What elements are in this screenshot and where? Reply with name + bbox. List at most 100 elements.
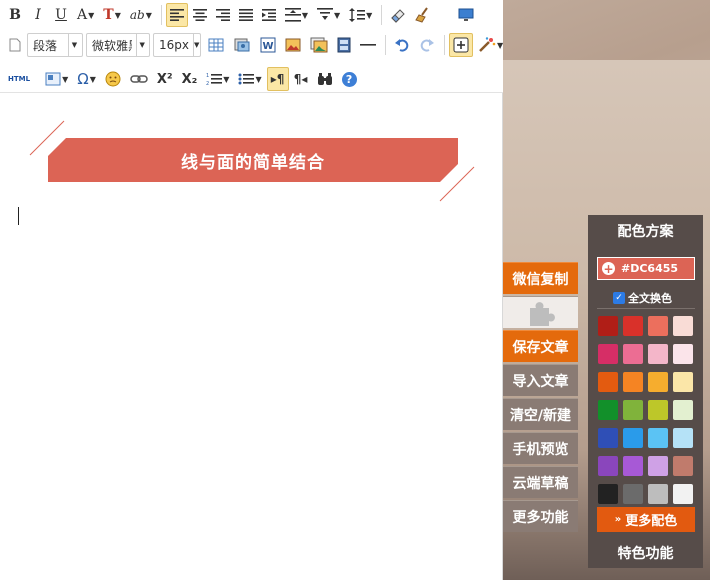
color-swatch[interactable] (598, 400, 618, 420)
more-colors-button[interactable]: » 更多配色 (597, 507, 695, 532)
save-article-button[interactable]: 保存文章 (503, 330, 578, 362)
line-height-button[interactable]: ▼ (345, 3, 376, 27)
clear-format-button[interactable] (411, 3, 435, 27)
insert-table-button[interactable] (204, 33, 228, 57)
toolbar-row-3: HTML ▼ Ω ▼ X² X₂ 1 2 ▼ ▼ ▸¶ ¶◂ ? (4, 66, 362, 92)
ordered-list-button[interactable]: 1 2 ▼ (202, 67, 233, 91)
color-swatch[interactable] (623, 456, 643, 476)
insert-word-button[interactable]: W (256, 33, 280, 57)
align-center-button[interactable] (189, 3, 211, 27)
insert-media-button[interactable] (229, 33, 255, 57)
color-swatch[interactable] (673, 344, 693, 364)
redo-icon (420, 39, 434, 52)
background-color-button[interactable]: T ▼ (99, 3, 125, 27)
apply-all-checkbox[interactable]: ✓ 全文换色 (613, 290, 672, 306)
font-color-button[interactable]: A ▼ (73, 3, 98, 27)
color-swatch[interactable] (623, 428, 643, 448)
redo-button[interactable] (415, 33, 439, 57)
font-size-select-value: 16px (159, 38, 189, 52)
special-char-button[interactable]: Ω ▼ (73, 67, 100, 91)
color-swatch[interactable] (623, 400, 643, 420)
undo-button[interactable] (390, 33, 414, 57)
chevron-down-icon: ▼ (223, 74, 230, 84)
color-swatch[interactable] (623, 344, 643, 364)
color-swatch[interactable] (648, 400, 668, 420)
italic-button[interactable]: I (27, 3, 49, 27)
color-swatch[interactable] (623, 372, 643, 392)
article-title-banner[interactable]: 线与面的简单结合 (48, 138, 458, 182)
insert-image-button[interactable] (281, 33, 305, 57)
color-swatch[interactable] (598, 428, 618, 448)
color-swatch[interactable] (673, 400, 693, 420)
undo-icon (395, 39, 409, 52)
color-swatch[interactable] (598, 372, 618, 392)
align-right-button[interactable] (212, 3, 234, 27)
magic-wand-button[interactable]: ▼ (474, 33, 507, 57)
import-article-button[interactable]: 导入文章 (503, 364, 578, 396)
align-justify-button[interactable] (235, 3, 257, 27)
clear-new-button[interactable]: 清空/新建 (503, 398, 578, 430)
new-document-button[interactable] (4, 33, 26, 57)
format-brush-button[interactable]: ab ▼ (126, 3, 156, 27)
insert-gallery-button[interactable] (306, 33, 332, 57)
color-swatch[interactable] (673, 428, 693, 448)
insert-frame-button[interactable] (449, 33, 473, 57)
eraser-button[interactable] (386, 3, 410, 27)
insert-video-button[interactable] (333, 33, 355, 57)
link-button[interactable] (126, 67, 152, 91)
color-swatch[interactable] (673, 456, 693, 476)
font-size-select[interactable]: 16px ▼ (153, 33, 201, 57)
mobile-preview-button[interactable]: 手机预览 (503, 432, 578, 464)
color-swatch[interactable] (648, 456, 668, 476)
html-source-button[interactable]: HTML (4, 67, 34, 91)
chevron-down-icon: ▼ (136, 34, 147, 56)
row-spacing-top-button[interactable]: ▼ (281, 3, 312, 27)
color-swatch[interactable] (673, 372, 693, 392)
insert-frame-select-button[interactable]: ▼ (41, 67, 72, 91)
spacing-top-icon (284, 8, 301, 22)
color-swatch[interactable] (598, 344, 618, 364)
color-swatch[interactable] (598, 316, 618, 336)
color-swatch[interactable] (648, 484, 668, 504)
color-swatch[interactable] (673, 484, 693, 504)
paragraph-select[interactable]: 段落 ▼ (27, 33, 83, 57)
editor-toolbar: B I U A ▼ T ▼ ab ▼ ▼ ▼ ▼ 段落 ▼ 微软雅 ▼ 16px… (0, 0, 503, 93)
plugin-button[interactable] (503, 296, 578, 328)
color-swatch[interactable] (648, 428, 668, 448)
font-family-select[interactable]: 微软雅黑 ▼ (86, 33, 150, 57)
cloud-draft-button[interactable]: 云端草稿 (503, 466, 578, 498)
subscript-button[interactable]: X₂ (178, 67, 202, 91)
more-features-button[interactable]: 更多功能 (503, 500, 578, 532)
panel-divider (597, 308, 695, 309)
color-swatch[interactable] (648, 316, 668, 336)
double-chevron-down-icon: » (614, 514, 622, 525)
color-swatch[interactable] (623, 316, 643, 336)
unordered-list-button[interactable]: ▼ (234, 67, 265, 91)
color-swatch[interactable] (648, 344, 668, 364)
horizontal-rule-button[interactable] (356, 33, 380, 57)
ltr-direction-button[interactable]: ▸¶ (266, 67, 289, 91)
gallery-icon (310, 37, 328, 53)
color-swatch[interactable] (598, 456, 618, 476)
color-swatch[interactable] (648, 372, 668, 392)
wechat-copy-button[interactable]: 微信复制 (503, 262, 578, 294)
superscript-button[interactable]: X² (153, 67, 177, 91)
help-button[interactable]: ? (338, 67, 361, 91)
underline-button[interactable]: U (50, 3, 72, 27)
preview-button[interactable] (454, 3, 478, 27)
film-icon (337, 37, 351, 53)
special-features-label[interactable]: 特色功能 (588, 537, 703, 568)
toolbar-divider (444, 35, 445, 55)
indent-button[interactable] (258, 3, 280, 27)
color-swatch[interactable] (598, 484, 618, 504)
color-swatch[interactable] (673, 316, 693, 336)
emoticon-button[interactable] (101, 67, 125, 91)
paragraph-select-value: 段落 (33, 38, 58, 53)
align-left-button[interactable] (165, 3, 188, 27)
current-color-field[interactable]: + #DC6455 (597, 257, 695, 280)
row-spacing-bottom-button[interactable]: ▼ (313, 3, 344, 27)
rtl-direction-button[interactable]: ¶◂ (290, 67, 312, 91)
color-swatch[interactable] (623, 484, 643, 504)
bold-button[interactable]: B (4, 3, 26, 27)
find-replace-button[interactable] (313, 67, 337, 91)
